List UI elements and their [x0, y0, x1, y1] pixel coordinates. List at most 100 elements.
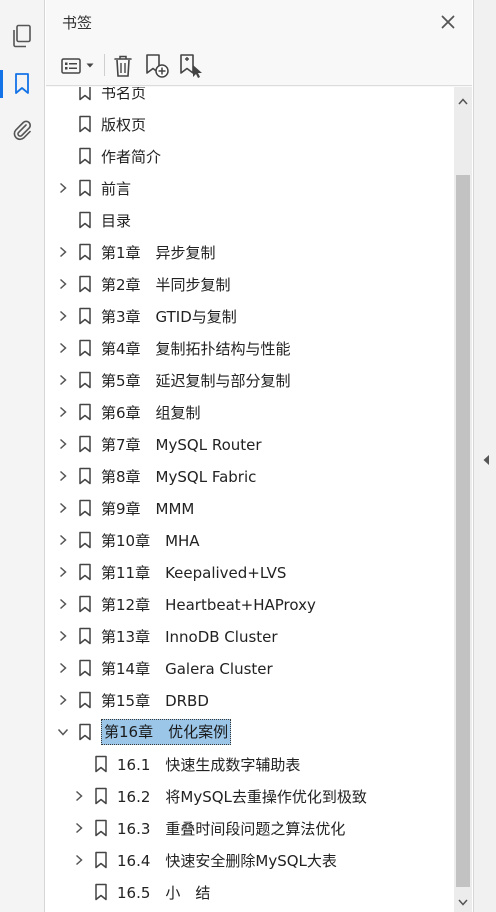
bookmark-icon: [78, 499, 92, 517]
bookmark-label: 版权页: [101, 115, 147, 134]
bookmark-icon: [79, 531, 91, 549]
bookmark-item[interactable]: 第8章 MySQL Fabric: [46, 460, 454, 492]
bookmark-item[interactable]: 作者简介: [46, 140, 454, 172]
bookmark-item[interactable]: 目录: [46, 204, 454, 236]
chevron-down-icon: [57, 728, 69, 736]
bookmark-icon: [79, 467, 91, 485]
bookmark-item[interactable]: 书名页: [46, 87, 454, 108]
bookmark-icon: [79, 691, 91, 709]
new-bookmark-button[interactable]: [144, 52, 170, 80]
bookmark-item[interactable]: 第2章 半同步复制: [46, 268, 454, 300]
bookmark-icon: [79, 403, 91, 421]
bookmark-subitem[interactable]: 16.5 小 结: [46, 876, 454, 908]
bookmark-icon: [78, 275, 92, 293]
expand-toggle[interactable]: [56, 533, 70, 547]
bookmark-label: 16.2 将MySQL去重操作优化到极致: [117, 787, 367, 806]
expand-toggle[interactable]: [56, 309, 70, 323]
chevron-right-icon: [59, 630, 67, 642]
chevron-right-icon: [59, 566, 67, 578]
bookmark-subitem[interactable]: 16.2 将MySQL去重操作优化到极致: [46, 780, 454, 812]
expand-toggle[interactable]: [56, 597, 70, 611]
bookmark-subitem[interactable]: 16.4 快速安全删除MySQL大表: [46, 844, 454, 876]
bookmark-item[interactable]: 第1章 异步复制: [46, 236, 454, 268]
bookmark-icon: [95, 883, 107, 901]
bookmark-label: 16.5 小 结: [117, 883, 211, 902]
close-button[interactable]: [436, 10, 460, 34]
expand-toggle[interactable]: [56, 181, 70, 195]
bookmark-item[interactable]: 前言: [46, 172, 454, 204]
scroll-up-button[interactable]: [457, 95, 469, 107]
bookmark-label: 第13章 InnoDB Cluster: [101, 627, 278, 646]
bookmark-label: 第16章 优化案例: [101, 719, 232, 745]
bookmark-item[interactable]: 第9章 MMM: [46, 492, 454, 524]
bookmark-item[interactable]: 第13章 InnoDB Cluster: [46, 620, 454, 652]
bookmark-icon: [95, 787, 107, 805]
bookmark-icon: [78, 371, 92, 389]
chevron-right-icon: [59, 278, 67, 290]
bookmark-item[interactable]: 第12章 Heartbeat+HAProxy: [46, 588, 454, 620]
bookmark-icon: [78, 435, 92, 453]
expand-toggle[interactable]: [56, 245, 70, 259]
new-bookmark-icon: [146, 54, 169, 78]
expand-toggle[interactable]: [56, 693, 70, 707]
bookmark-item[interactable]: 第11章 Keepalived+LVS: [46, 556, 454, 588]
bookmarks-button[interactable]: [0, 68, 38, 100]
bookmark-item[interactable]: 第10章 MHA: [46, 524, 454, 556]
bookmark-icon: [79, 307, 91, 325]
bookmark-subitem[interactable]: 16.1 快速生成数字辅助表: [46, 748, 454, 780]
expand-toggle[interactable]: [72, 789, 86, 803]
expand-toggle[interactable]: [72, 853, 86, 867]
expand-toggle[interactable]: [56, 501, 70, 515]
chevron-right-icon: [59, 502, 67, 514]
bookmark-icon: [78, 403, 92, 421]
expand-toggle[interactable]: [56, 629, 70, 643]
bookmark-label: 第15章 DRBD: [101, 691, 209, 710]
bookmark-item[interactable]: 第6章 组复制: [46, 396, 454, 428]
bookmark-icon: [79, 563, 91, 581]
bookmark-label: 书名页: [101, 87, 147, 102]
bookmark-item[interactable]: 第14章 Galera Cluster: [46, 652, 454, 684]
bookmark-label: 16.1 快速生成数字辅助表: [117, 755, 301, 774]
chevron-right-icon: [59, 694, 67, 706]
scrollbar-thumb[interactable]: [456, 175, 470, 887]
delete-bookmark-button[interactable]: [112, 52, 134, 80]
expand-toggle[interactable]: [56, 341, 70, 355]
bookmark-icon: [79, 211, 91, 229]
bookmark-item[interactable]: 第15章 DRBD: [46, 684, 454, 716]
bookmark-icon: [79, 87, 91, 101]
bookmark-icon: [79, 723, 91, 741]
expand-toggle[interactable]: [56, 373, 70, 387]
close-icon: [441, 15, 455, 29]
new-bookmark-from-structure-button[interactable]: [178, 52, 204, 80]
chevron-up-icon: [458, 97, 468, 104]
expand-toggle[interactable]: [72, 821, 86, 835]
expand-toggle[interactable]: [56, 405, 70, 419]
expand-toggle[interactable]: [56, 565, 70, 579]
bookmark-icon: [94, 755, 108, 773]
chevron-down-icon: [458, 899, 468, 906]
bookmark-label: 第12章 Heartbeat+HAProxy: [101, 595, 316, 614]
bookmark-item[interactable]: 第5章 延迟复制与部分复制: [46, 364, 454, 396]
expand-toggle[interactable]: [56, 437, 70, 451]
scroll-down-button[interactable]: [457, 896, 469, 908]
chevron-right-icon: [59, 406, 67, 418]
bookmark-label: 第5章 延迟复制与部分复制: [101, 371, 291, 390]
vertical-scrollbar[interactable]: [454, 87, 472, 912]
expand-toggle[interactable]: [56, 661, 70, 675]
bookmark-icon: [79, 339, 91, 357]
bookmark-subitem[interactable]: 16.3 重叠时间段问题之算法优化: [46, 812, 454, 844]
bookmark-label: 第8章 MySQL Fabric: [101, 467, 257, 486]
chevron-right-icon: [59, 310, 67, 322]
bookmark-item[interactable]: 第16章 优化案例: [46, 716, 454, 748]
expand-toggle[interactable]: [56, 469, 70, 483]
page-thumbnails-button[interactable]: [6, 20, 38, 52]
expand-toggle[interactable]: [56, 277, 70, 291]
expand-toggle-open[interactable]: [56, 725, 70, 739]
collapse-panel-button[interactable]: [480, 452, 492, 468]
bookmark-item[interactable]: 第7章 MySQL Router: [46, 428, 454, 460]
bookmark-icon: [78, 531, 92, 549]
bookmark-item[interactable]: 第4章 复制拓扑结构与性能: [46, 332, 454, 364]
bookmark-item[interactable]: 版权页: [46, 108, 454, 140]
bookmark-item[interactable]: 第3章 GTID与复制: [46, 300, 454, 332]
attachments-button[interactable]: [6, 114, 38, 146]
